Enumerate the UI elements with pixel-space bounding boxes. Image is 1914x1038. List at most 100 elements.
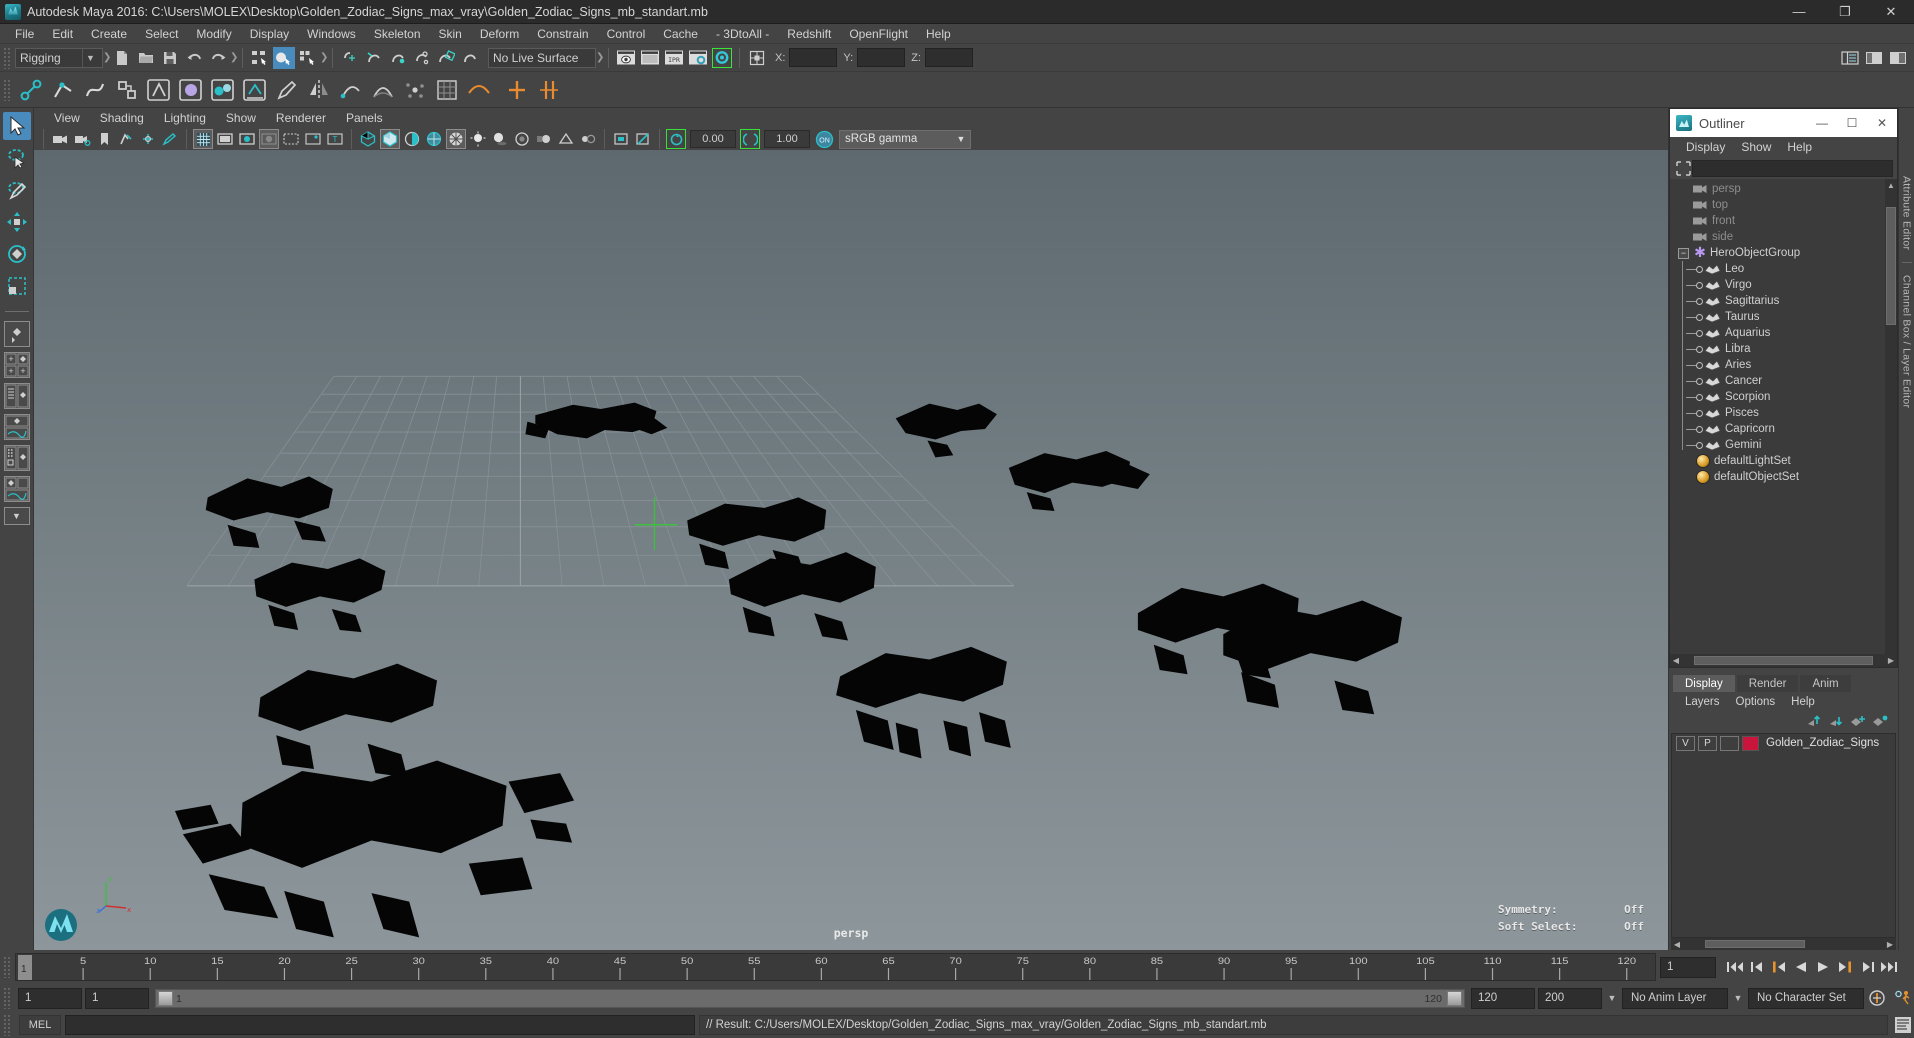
viewport-menu-lighting[interactable]: Lighting [154,110,216,126]
tab-render[interactable]: Render [1736,675,1799,692]
menu-display[interactable]: Display [241,25,298,43]
outliner-item-aquarius[interactable]: Aquarius [1670,325,1897,341]
four-pane-layout[interactable]: + + + [3,352,30,378]
outliner-maximize-button[interactable]: ☐ [1837,109,1867,137]
rangeslider-gripper[interactable] [3,987,12,1009]
layer-menu-options[interactable]: Options [1728,695,1784,709]
outliner-item-taurus[interactable]: Taurus [1670,309,1897,325]
move-layer-up-icon[interactable] [1806,714,1822,728]
tab-attribute-editor[interactable]: Attribute Editor [1901,170,1913,256]
outliner-item-defaultlightset[interactable]: defaultLightSet [1670,453,1897,469]
outliner-menu-help[interactable]: Help [1779,139,1820,155]
hypershade-icon[interactable] [711,47,733,69]
anim-end-field[interactable]: 200 [1538,987,1602,1009]
perspective-viewport[interactable]: Symmetry: Off Soft Select: Off persp y x [34,150,1668,950]
move-tool[interactable] [3,208,31,236]
save-scene-icon[interactable] [159,47,181,69]
scroll-right-icon[interactable]: ▶ [1884,940,1896,949]
play-backwards-icon[interactable] [1790,956,1812,978]
select-hierarchy-icon[interactable] [249,47,271,69]
hypershade-persp-layout[interactable] [3,445,30,471]
script-language-button[interactable]: MEL [19,1015,61,1035]
viewport-menu-shading[interactable]: Shading [90,110,154,126]
bookmark-icon[interactable] [94,129,114,149]
tab-channel-box-layer-editor[interactable]: Channel Box / Layer Editor [1901,269,1913,414]
layer-color-swatch[interactable] [1742,735,1759,751]
render-current-frame-icon[interactable] [615,47,637,69]
cmdline-gripper[interactable] [3,1014,12,1036]
step-forward-frame-icon[interactable] [1834,956,1856,978]
scroll-thumb[interactable] [1886,207,1896,325]
isolate-select-icon[interactable] [611,129,631,149]
render-sequence-icon[interactable] [639,47,661,69]
menu-windows[interactable]: Windows [298,25,365,43]
outliner-vertical-scrollbar[interactable]: ▲ [1885,179,1897,654]
joint-tool-icon[interactable] [17,76,45,104]
play-forwards-icon[interactable] [1812,956,1834,978]
menu-skeleton[interactable]: Skeleton [365,25,430,43]
minimize-button[interactable]: — [1776,0,1822,24]
outliner-item-cancer[interactable]: Cancer [1670,373,1897,389]
rotate-tool[interactable] [3,240,31,268]
outliner-tree[interactable]: persp top front side − ✱ HeroObjectGroup… [1670,179,1897,654]
set-key-anim-icon[interactable] [535,76,563,104]
statusline-collapse-4[interactable]: ❯ [596,48,604,68]
wireframe-icon[interactable] [358,129,378,149]
snap-projected-center-icon[interactable] [411,47,433,69]
coord-z-input[interactable] [924,48,973,67]
wireframe-on-shaded-icon[interactable] [424,129,444,149]
scale-tool[interactable] [3,272,31,300]
persp-graph-2-layout[interactable] [3,476,30,502]
menu-3dtoall[interactable]: - 3DtoAll - [707,25,778,43]
outliner-item-pisces[interactable]: Pisces [1670,405,1897,421]
screen-space-ao-icon[interactable] [512,129,532,149]
coord-y-input[interactable] [857,48,906,67]
outliner-item-sagittarius[interactable]: Sagittarius [1670,293,1897,309]
smooth-bind-icon[interactable] [209,76,237,104]
statusline-gripper[interactable] [3,46,12,69]
snap-curve-icon[interactable] [363,47,385,69]
snap-live-icon[interactable] [459,47,481,69]
paint-weights-icon[interactable] [273,76,301,104]
outliner-item-defaultobjectset[interactable]: defaultObjectSet [1670,469,1897,485]
exposure-value[interactable]: 0.00 [690,130,736,148]
script-editor-icon[interactable] [1892,1015,1914,1035]
statusline-collapse-3[interactable]: ❯ [320,48,328,68]
outliner-item-libra[interactable]: Libra [1670,341,1897,357]
outliner-item-gemini[interactable]: Gemini [1670,437,1897,453]
camera-attributes-icon[interactable] [72,129,92,149]
select-component-icon[interactable] [297,47,319,69]
paint-select-tool[interactable] [3,176,31,204]
menu-file[interactable]: File [6,25,43,43]
select-object-icon[interactable] [273,46,295,69]
layer-horizontal-scrollbar[interactable]: ◀ ▶ [1671,938,1896,950]
viewport-menu-panels[interactable]: Panels [336,110,393,126]
gate-mask-icon[interactable] [259,129,279,149]
xray-icon[interactable] [633,129,653,149]
character-set-selector[interactable]: No Character Set [1748,987,1864,1009]
scroll-thumb-horizontal[interactable] [1694,656,1873,665]
layer-menu-help[interactable]: Help [1783,695,1823,709]
outliner-item-virgo[interactable]: Virgo [1670,277,1897,293]
color-management-selector[interactable]: sRGB gamma ▼ [839,129,971,149]
step-back-keyframe-icon[interactable] [1746,956,1768,978]
command-input[interactable] [65,1015,695,1035]
menu-redshift[interactable]: Redshift [778,25,840,43]
detach-skin-icon[interactable] [241,76,269,104]
range-left-handle[interactable] [158,990,173,1006]
layer-name[interactable]: Golden_Zodiac_Signs [1766,737,1879,749]
layer-state-toggle[interactable] [1720,735,1739,751]
outliner-item-leo[interactable]: Leo [1670,261,1897,277]
grid-toggle-icon[interactable] [193,129,213,149]
set-key-icon[interactable] [503,76,531,104]
open-scene-icon[interactable] [135,47,157,69]
undo-icon[interactable] [183,47,205,69]
constraint-icon[interactable] [113,76,141,104]
cluster-icon[interactable] [401,76,429,104]
ik-spline-icon[interactable] [81,76,109,104]
menu-skin[interactable]: Skin [430,25,471,43]
maximize-button[interactable]: ❐ [1822,0,1868,24]
layer-row[interactable]: V P Golden_Zodiac_Signs [1672,734,1895,752]
shade-selected-icon[interactable] [402,129,422,149]
scroll-left-icon[interactable]: ◀ [1670,656,1682,665]
